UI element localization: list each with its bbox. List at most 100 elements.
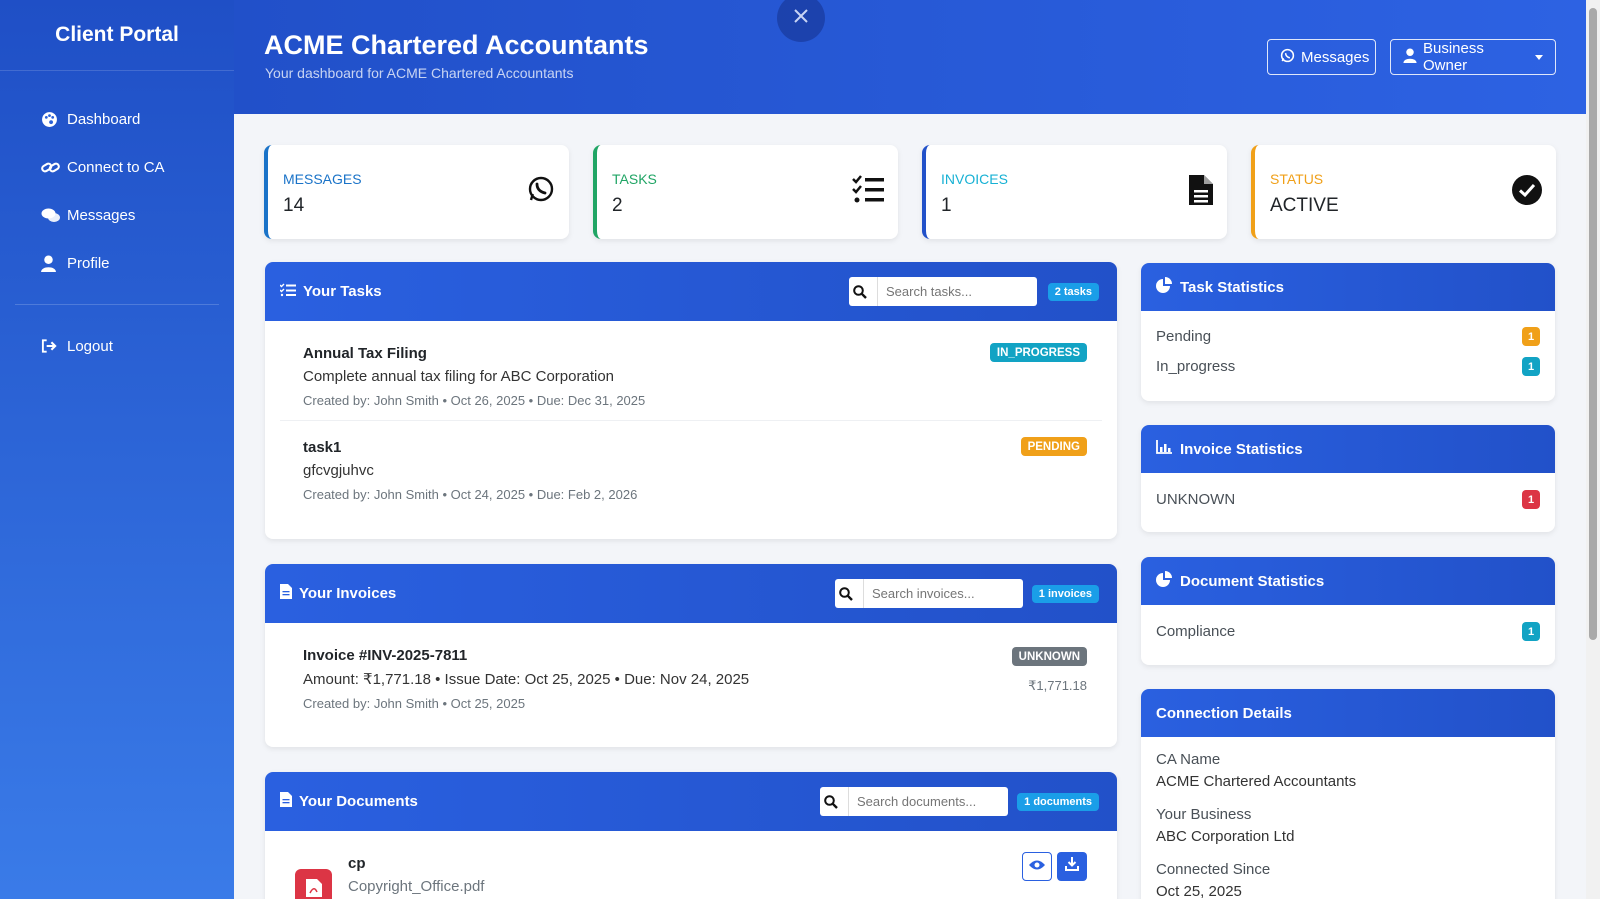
sidebar: Client Portal Dashboard Connect to CA Me… bbox=[0, 0, 234, 899]
stat-value: 14 bbox=[283, 195, 305, 216]
brand-title: Client Portal bbox=[0, 0, 234, 71]
document-item[interactable]: cp Copyright_Office.pdf bbox=[265, 831, 1117, 899]
invoices-search-input[interactable] bbox=[864, 580, 1014, 607]
invoice-icon bbox=[1189, 175, 1213, 210]
tasks-panel: Your Tasks 2 tasks Annual Tax Filing Com… bbox=[265, 262, 1117, 539]
stat-card-status: STATUS ACTIVE bbox=[1251, 145, 1556, 239]
business-label: Your Business bbox=[1156, 806, 1252, 823]
eye-icon bbox=[1029, 858, 1045, 876]
sidebar-item-dashboard[interactable]: Dashboard bbox=[0, 95, 234, 143]
whatsapp-icon bbox=[527, 175, 555, 208]
task-meta: Created by: John Smith • Oct 26, 2025 • … bbox=[303, 393, 646, 408]
documents-search-input[interactable] bbox=[849, 788, 999, 815]
messages-button[interactable]: Messages bbox=[1267, 39, 1376, 75]
comments-icon bbox=[41, 207, 61, 224]
search-icon bbox=[835, 579, 864, 608]
business-value: ABC Corporation Ltd bbox=[1156, 828, 1295, 845]
view-document-button[interactable] bbox=[1022, 852, 1052, 881]
sidebar-item-label: Messages bbox=[67, 206, 136, 224]
page-subtitle: Your dashboard for ACME Chartered Accoun… bbox=[265, 65, 574, 81]
download-document-button[interactable] bbox=[1057, 852, 1087, 881]
invoice-item[interactable]: Invoice #INV-2025-7811 Amount: ₹1,771.18… bbox=[265, 623, 1117, 747]
close-button[interactable] bbox=[777, 0, 825, 42]
task-statistics-list: Pending 1 In_progress 1 bbox=[1141, 311, 1555, 381]
stat-label: MESSAGES bbox=[283, 171, 362, 187]
document-statistics-panel: Document Statistics Compliance 1 bbox=[1141, 557, 1555, 665]
stat-row-count: 1 bbox=[1522, 357, 1540, 376]
chevron-down-icon bbox=[1535, 54, 1543, 60]
documents-search bbox=[820, 787, 1008, 816]
stat-row: UNKNOWN 1 bbox=[1141, 484, 1555, 514]
invoices-panel-header: Your Invoices 1 invoices bbox=[265, 564, 1117, 623]
close-icon bbox=[793, 8, 809, 29]
invoice-amount: ₹1,771.18 bbox=[1028, 678, 1087, 693]
user-menu-label: Business Owner bbox=[1423, 40, 1484, 74]
stat-row-count: 1 bbox=[1522, 622, 1540, 641]
tasks-count-badge: 2 tasks bbox=[1047, 283, 1099, 301]
panel-title: Your Tasks bbox=[303, 283, 382, 300]
logout-icon bbox=[41, 338, 61, 354]
task-item[interactable]: Annual Tax Filing Complete annual tax fi… bbox=[280, 321, 1102, 421]
invoice-statistics-panel: Invoice Statistics UNKNOWN 1 bbox=[1141, 425, 1555, 532]
tasks-search-input[interactable] bbox=[878, 278, 1028, 305]
connection-details-panel: Connection Details CA Name ACME Chartere… bbox=[1141, 689, 1555, 899]
task-meta: Created by: John Smith • Oct 24, 2025 • … bbox=[303, 487, 638, 502]
stat-row: Pending 1 bbox=[1141, 321, 1555, 351]
file-icon bbox=[280, 584, 299, 603]
panel-title: Your Documents bbox=[299, 793, 418, 810]
connection-details-body: CA Name ACME Chartered Accountants Your … bbox=[1141, 737, 1555, 899]
user-icon bbox=[1403, 47, 1423, 67]
search-icon bbox=[849, 277, 878, 306]
stat-card-messages: MESSAGES 14 bbox=[264, 145, 569, 239]
connected-since-label: Connected Since bbox=[1156, 861, 1271, 878]
tasks-search bbox=[849, 277, 1037, 306]
pie-chart-icon bbox=[1156, 277, 1180, 297]
task-description: Complete annual tax filing for ABC Corpo… bbox=[303, 368, 615, 385]
page-title: ACME Chartered Accountants bbox=[264, 30, 649, 60]
sidebar-item-label: Dashboard bbox=[67, 110, 141, 128]
link-icon bbox=[41, 159, 61, 176]
stat-row-label: In_progress bbox=[1156, 357, 1236, 375]
file-icon bbox=[280, 792, 299, 811]
stat-card-tasks: TASKS 2 bbox=[593, 145, 898, 239]
chart-area-icon bbox=[1156, 440, 1180, 458]
sidebar-item-logout[interactable]: Logout bbox=[0, 322, 234, 370]
invoice-statistics-list: UNKNOWN 1 bbox=[1141, 473, 1555, 514]
document-statistics-header: Document Statistics bbox=[1141, 557, 1555, 605]
task-item[interactable]: task1 gfcvgjuhvc Created by: John Smith … bbox=[280, 421, 1102, 521]
documents-panel-header: Your Documents 1 documents bbox=[265, 772, 1117, 831]
search-icon bbox=[820, 787, 849, 816]
scrollbar-thumb[interactable] bbox=[1589, 8, 1597, 640]
user-menu-button[interactable]: Business Owner bbox=[1390, 39, 1556, 75]
sidebar-item-profile[interactable]: Profile bbox=[0, 239, 234, 287]
stat-row-label: Compliance bbox=[1156, 622, 1236, 640]
stat-label: INVOICES bbox=[941, 171, 1008, 187]
task-statistics-header: Task Statistics bbox=[1141, 263, 1555, 311]
ca-name-value: ACME Chartered Accountants bbox=[1156, 773, 1357, 790]
sidebar-item-label: Profile bbox=[67, 254, 110, 272]
invoices-count-badge: 1 invoices bbox=[1031, 585, 1099, 603]
stat-row: Compliance 1 bbox=[1141, 616, 1555, 646]
status-badge: IN_PROGRESS bbox=[989, 343, 1087, 362]
download-icon bbox=[1065, 857, 1079, 876]
connection-details-header: Connection Details bbox=[1141, 689, 1555, 737]
user-icon bbox=[41, 255, 61, 272]
invoices-search bbox=[835, 579, 1023, 608]
invoice-statistics-header: Invoice Statistics bbox=[1141, 425, 1555, 473]
tasks-icon bbox=[279, 283, 303, 301]
documents-panel: Your Documents 1 documents cp Copyright_… bbox=[265, 772, 1117, 899]
stat-label: TASKS bbox=[612, 171, 657, 187]
page-scrollbar[interactable] bbox=[1586, 0, 1600, 899]
palette-icon bbox=[41, 111, 61, 128]
sidebar-divider bbox=[15, 304, 219, 305]
task-description: gfcvgjuhvc bbox=[303, 462, 374, 479]
pie-chart-icon bbox=[1156, 571, 1180, 591]
document-statistics-list: Compliance 1 bbox=[1141, 605, 1555, 646]
invoice-description: Amount: ₹1,771.18 • Issue Date: Oct 25, … bbox=[303, 671, 750, 688]
panel-title: Connection Details bbox=[1156, 704, 1292, 722]
sidebar-item-messages[interactable]: Messages bbox=[0, 191, 234, 239]
sidebar-item-connect-to-ca[interactable]: Connect to CA bbox=[0, 143, 234, 191]
check-circle-icon bbox=[1512, 175, 1542, 210]
panel-title: Invoice Statistics bbox=[1180, 440, 1303, 458]
document-title: cp bbox=[348, 855, 366, 872]
